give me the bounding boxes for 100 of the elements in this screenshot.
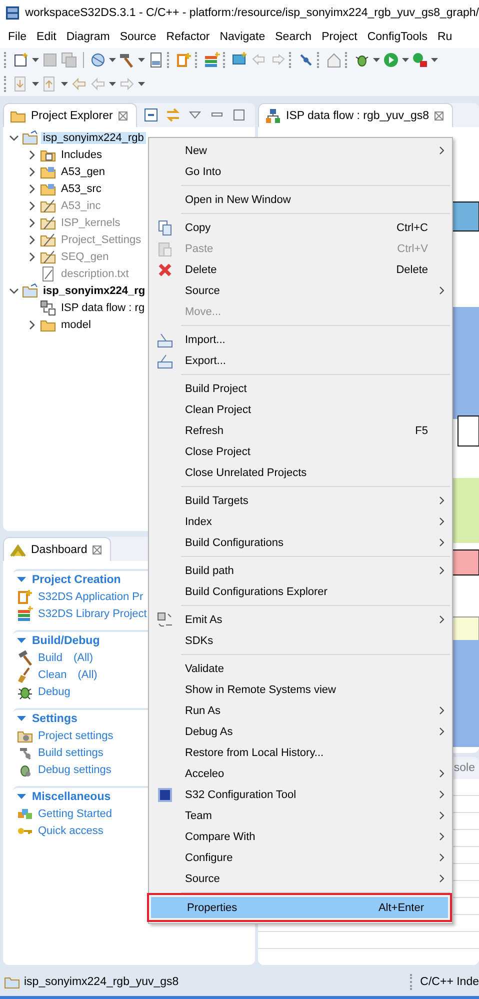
- run-config-icon[interactable]: [412, 52, 428, 68]
- context-menu-item[interactable]: Configure: [149, 847, 452, 868]
- context-menu-item[interactable]: New: [149, 140, 452, 161]
- collapse-triangle-icon[interactable]: [17, 714, 26, 723]
- tree-item[interactable]: A53_src: [59, 182, 104, 194]
- context-menu-item[interactable]: S32 Configuration Tool: [149, 784, 452, 805]
- close-icon[interactable]: [434, 110, 444, 120]
- context-menu-item[interactable]: Team: [149, 805, 452, 826]
- tree-item[interactable]: model: [59, 318, 93, 330]
- caret-icon[interactable]: [32, 58, 39, 62]
- context-menu-item[interactable]: Close Project: [149, 441, 452, 462]
- excluded-folder-icon: [40, 198, 56, 214]
- section-title[interactable]: Miscellaneous: [32, 790, 111, 802]
- caret-icon[interactable]: [109, 58, 116, 62]
- menu-item[interactable]: Ru: [432, 31, 458, 43]
- tree-item[interactable]: isp_sonyimx224_rgb: [41, 132, 146, 144]
- close-icon[interactable]: [92, 544, 102, 554]
- tree-item[interactable]: Includes: [59, 148, 104, 160]
- context-menu-item[interactable]: Export...: [149, 350, 452, 371]
- delete-icon: [157, 262, 173, 278]
- context-menu-item[interactable]: Debug As: [149, 721, 452, 742]
- context-menu-item[interactable]: Emit As: [149, 609, 452, 630]
- collapse-all-icon[interactable]: [142, 107, 159, 123]
- context-menu-item[interactable]: Refresh F5: [149, 420, 452, 441]
- context-menu-item[interactable]: Acceleo: [149, 763, 452, 784]
- context-menu-item[interactable]: SDKs: [149, 630, 452, 651]
- caret-icon[interactable]: [373, 58, 380, 62]
- context-menu-item[interactable]: Close Unrelated Projects: [149, 462, 452, 483]
- tree-item[interactable]: ISP data flow : rg: [59, 302, 147, 314]
- menu-item[interactable]: Project: [316, 31, 362, 43]
- dashboard-link[interactable]: Getting Started: [38, 808, 112, 820]
- context-menu-item[interactable]: Index: [149, 511, 452, 532]
- context-menu-item[interactable]: Build Project: [149, 378, 452, 399]
- dashboard-link[interactable]: Quick access: [38, 824, 104, 836]
- caret-icon[interactable]: [138, 58, 145, 62]
- menu-item[interactable]: Edit: [32, 31, 62, 43]
- collapse-triangle-icon[interactable]: [17, 636, 26, 645]
- context-menu-item[interactable]: Build Configurations: [149, 532, 452, 553]
- context-menu-item[interactable]: Delete Delete: [149, 259, 452, 280]
- context-menu-item[interactable]: Build path: [149, 560, 452, 581]
- house-icon[interactable]: [326, 52, 342, 68]
- caret-icon[interactable]: [402, 58, 409, 62]
- context-menu-item[interactable]: Run As: [149, 700, 452, 721]
- collapse-triangle-icon[interactable]: [17, 792, 26, 801]
- section-title[interactable]: Build/Debug: [32, 634, 100, 646]
- tree-item[interactable]: isp_sonyimx224_rg: [41, 284, 148, 296]
- dashboard-tab[interactable]: Dashboard: [3, 537, 112, 561]
- tree-item[interactable]: A53_gen: [59, 166, 108, 178]
- dashboard-link[interactable]: S32DS Library Project: [38, 608, 147, 620]
- section-title[interactable]: Project Creation: [32, 574, 121, 586]
- context-menu-item[interactable]: Validate: [149, 658, 452, 679]
- dashboard-link[interactable]: Clean: [38, 668, 67, 680]
- project-explorer-tab[interactable]: Project Explorer: [3, 103, 137, 127]
- context-menu-item[interactable]: Open in New Window: [149, 189, 452, 210]
- context-menu-item[interactable]: Source: [149, 868, 452, 889]
- context-menu-item[interactable]: Properties Alt+Enter: [151, 897, 448, 918]
- maximize-icon[interactable]: [230, 107, 247, 123]
- new-file-icon[interactable]: [13, 52, 29, 68]
- caret-icon[interactable]: [61, 82, 68, 86]
- menu-item[interactable]: ConfigTools: [362, 31, 432, 43]
- context-menu-item[interactable]: Copy Ctrl+C: [149, 217, 452, 238]
- scope-label: (All): [78, 668, 98, 680]
- caret-icon[interactable]: [32, 82, 39, 86]
- context-menu-item[interactable]: Import...: [149, 329, 452, 350]
- context-menu-item[interactable]: Show in Remote Systems view: [149, 679, 452, 700]
- caret-icon[interactable]: [138, 82, 145, 86]
- context-menu-item[interactable]: Go Into: [149, 161, 452, 182]
- menu-item[interactable]: Refactor: [161, 31, 215, 43]
- play-icon[interactable]: [383, 52, 399, 68]
- import-icon: [157, 332, 173, 348]
- close-icon[interactable]: [118, 110, 128, 120]
- collapse-triangle-icon[interactable]: [17, 575, 26, 584]
- menu-item[interactable]: Diagram: [61, 31, 115, 43]
- context-menu-item[interactable]: Compare With: [149, 826, 452, 847]
- dashboard-link[interactable]: Project settings: [38, 730, 114, 742]
- context-menu-item[interactable]: Build Targets: [149, 490, 452, 511]
- dashboard-link[interactable]: Build: [38, 652, 62, 664]
- caret-icon[interactable]: [109, 82, 116, 86]
- console-tab[interactable]: sole: [454, 762, 475, 774]
- context-menu-item[interactable]: Source: [149, 280, 452, 301]
- dashboard-link[interactable]: S32DS Application Pr: [38, 590, 144, 602]
- menu-item[interactable]: Source: [114, 31, 162, 43]
- binary-file-icon[interactable]: [148, 52, 164, 68]
- dashboard-link[interactable]: Build settings: [38, 746, 104, 758]
- dashboard-icon: [10, 542, 26, 558]
- menu-item[interactable]: Search: [270, 31, 317, 43]
- dashboard-link[interactable]: Debug: [38, 686, 70, 698]
- project-folder-icon: [22, 130, 38, 146]
- caret-icon[interactable]: [431, 58, 438, 62]
- context-menu-item[interactable]: Restore from Local History...: [149, 742, 452, 763]
- section-title[interactable]: Settings: [32, 712, 78, 724]
- menu-item[interactable]: File: [3, 31, 32, 43]
- context-menu-item[interactable]: Clean Project: [149, 399, 452, 420]
- layers-icon: [17, 606, 33, 622]
- context-menu-item[interactable]: Build Configurations Explorer: [149, 581, 452, 602]
- editor-tab[interactable]: ISP data flow : rgb_yuv_gs8: [258, 103, 453, 127]
- pin-icon[interactable]: [298, 52, 314, 68]
- menu-item[interactable]: Navigate: [214, 31, 270, 43]
- hammer-icon[interactable]: [119, 52, 135, 68]
- dashboard-link[interactable]: Debug settings: [38, 764, 112, 776]
